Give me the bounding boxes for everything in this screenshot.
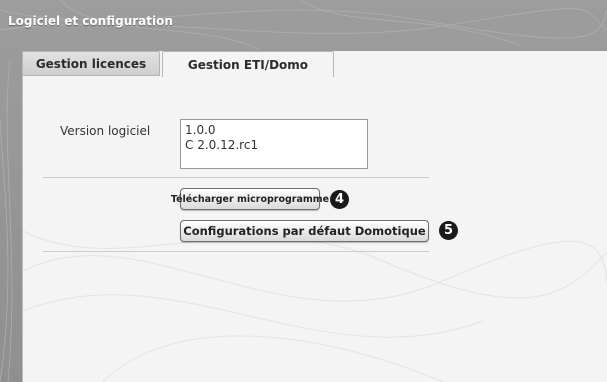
window-title: Logiciel et configuration <box>8 14 173 28</box>
divider <box>43 177 429 178</box>
version-label: Version logiciel <box>60 124 151 138</box>
version-display: 1.0.0 C 2.0.12.rc1 <box>180 119 368 169</box>
domotics-default-config-button[interactable]: Configurations par défaut Domotique <box>180 220 429 242</box>
tab-gestion-eti-domo[interactable]: Gestion ETI/Domo <box>162 51 334 77</box>
divider <box>43 251 429 252</box>
firmware-version-value: C 2.0.12.rc1 <box>185 138 259 152</box>
tab-label: Gestion licences <box>35 56 147 71</box>
app-version-value: 1.0.0 <box>185 123 216 137</box>
callout-4-badge: 4 <box>330 190 349 209</box>
panel-swirl-decoration <box>23 230 607 382</box>
download-firmware-button[interactable]: Télécharger microprogramme <box>171 188 329 210</box>
tab-gestion-licences[interactable]: Gestion licences <box>22 51 160 76</box>
tab-bar: Gestion licences Gestion ETI/Domo <box>22 51 607 77</box>
content-panel <box>22 51 607 382</box>
tab-label: Gestion ETI/Domo <box>187 57 309 72</box>
callout-5-badge: 5 <box>439 221 458 240</box>
